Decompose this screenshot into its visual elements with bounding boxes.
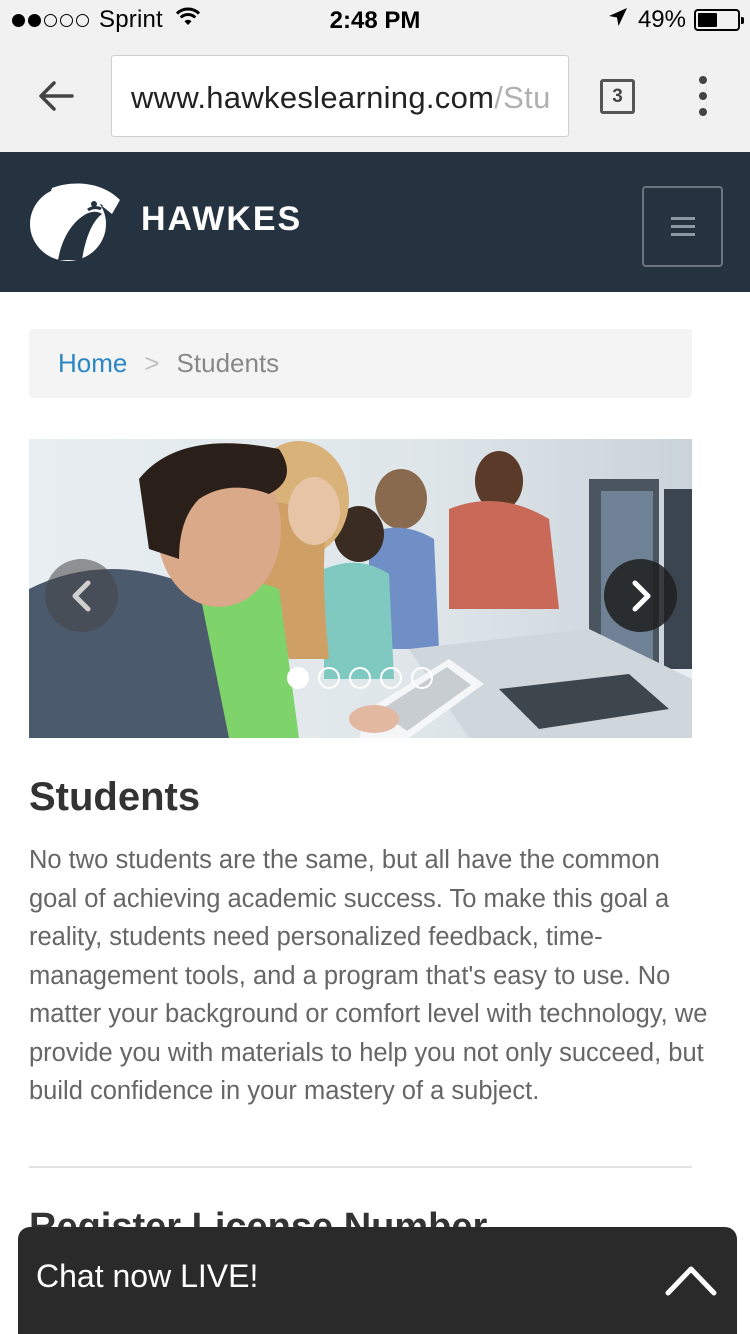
nav-menu-button[interactable] — [642, 186, 723, 267]
breadcrumb-current: Students — [176, 348, 280, 378]
brand-name[interactable]: HAWKES — [141, 200, 302, 239]
page-title: Students — [29, 775, 201, 819]
intro-paragraph: No two students are the same, but all ha… — [29, 846, 708, 1105]
chevron-right-icon — [632, 580, 650, 611]
battery-percent: 49% — [637, 6, 686, 33]
breadcrumb: Home > Students — [29, 329, 692, 398]
more-options-icon[interactable] — [690, 76, 716, 116]
live-chat-bar[interactable]: Chat now LIVE! — [18, 1227, 737, 1334]
url-host: www.hawkeslearning.com — [131, 80, 495, 115]
status-right: 49% — [608, 6, 744, 34]
carousel-prev-button[interactable] — [45, 559, 118, 632]
arrow-left-icon — [39, 81, 74, 111]
chat-label: Chat now LIVE! — [36, 1258, 259, 1294]
url-path: /Stu — [494, 80, 551, 115]
carousel-indicator-dot[interactable] — [318, 667, 340, 689]
hero-carousel[interactable] — [29, 439, 692, 738]
address-bar[interactable]: www.hawkeslearning.com/Stu — [111, 55, 569, 137]
carousel-indicator-dot[interactable] — [380, 667, 402, 689]
chevron-up-icon[interactable] — [664, 1263, 718, 1297]
battery-icon — [694, 9, 744, 31]
carousel-indicators — [287, 667, 433, 689]
carousel-indicator-dot[interactable] — [411, 667, 433, 689]
location-arrow-icon — [608, 6, 628, 34]
tab-switcher-button[interactable]: 3 — [600, 79, 635, 114]
back-button[interactable] — [34, 74, 78, 118]
carousel-next-button[interactable] — [604, 559, 677, 632]
site-header: HAWKES — [0, 152, 750, 292]
carousel-indicator-dot[interactable] — [287, 667, 309, 689]
carousel-indicator-dot[interactable] — [349, 667, 371, 689]
section-divider — [29, 1166, 692, 1168]
status-bar: Sprint 2:48 PM 49% — [0, 0, 750, 40]
hawk-logo-icon[interactable] — [28, 180, 122, 264]
battery-fill — [698, 13, 717, 27]
browser-toolbar: www.hawkeslearning.com/Stu 3 — [0, 40, 750, 152]
breadcrumb-home-link[interactable]: Home — [58, 348, 127, 379]
chevron-left-icon — [72, 580, 90, 611]
students-photo — [29, 439, 692, 738]
breadcrumb-separator: > — [144, 348, 160, 378]
